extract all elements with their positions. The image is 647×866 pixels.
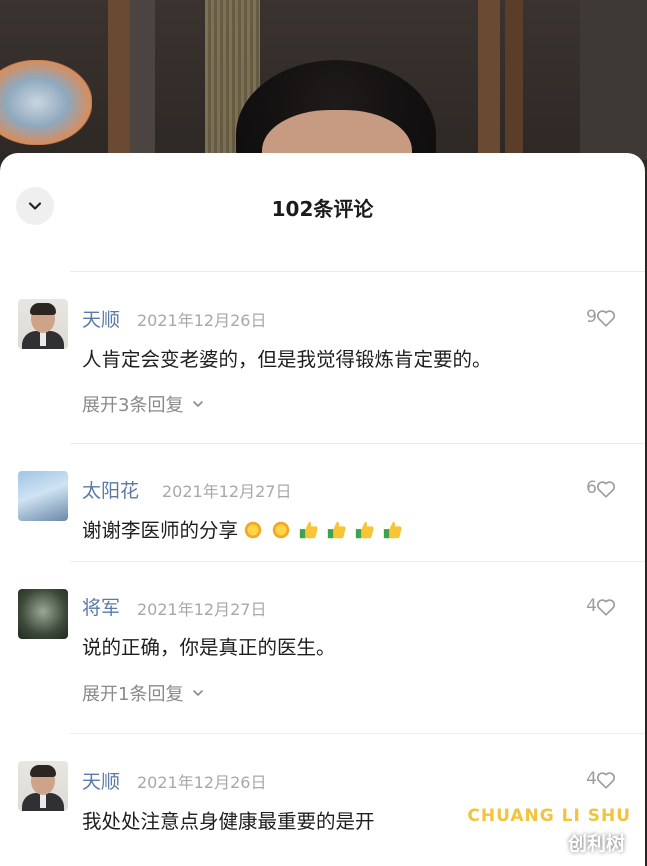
commenter-name[interactable]: 天顺 [82,767,120,794]
divider [70,561,645,562]
comment-text-row: 谢谢李医师的分享 [82,514,410,543]
comments-sheet: 102条评论 天顺 2021年12月26日 9 人肯定会变老婆的，但是我觉得锻炼… [0,153,645,866]
comment-count-title: 102条评论 [271,197,374,221]
thumbs-up-emoji-icon [355,521,374,539]
comment-text: 我处处注意点身健康最重要的是开 [82,810,375,833]
comment-text: 谢谢李医师的分享 [82,519,239,542]
commenter-name[interactable]: 太阳花 [82,476,139,503]
expand-replies-label: 展开1条回复 [82,684,184,705]
background-figurine [0,60,92,145]
chevron-down-icon [193,401,204,408]
background-wall [580,0,647,160]
heart-icon[interactable] [595,307,617,329]
divider [70,271,645,272]
watermark-text: 创利树 [567,833,625,855]
video-background [0,0,647,175]
chevron-down-icon [193,690,204,697]
background-shelf [108,0,130,160]
thumbs-up-emoji-icon [299,521,318,539]
divider [70,443,645,444]
thumbs-up-emoji-icon [383,521,402,539]
comment-text: 人肯定会变老婆的，但是我觉得锻炼肯定要的。 [82,348,492,371]
avatar[interactable] [18,471,68,521]
heart-icon[interactable] [595,478,617,500]
comment-text: 说的正确，你是真正的医生。 [82,636,336,659]
commenter-name[interactable]: 天顺 [82,305,120,332]
watermark-brand: CHUANG LI SHU [467,806,631,826]
thumbs-up-emoji-icon [327,521,346,539]
comment-date: 2021年12月27日 [137,600,267,619]
avatar[interactable] [18,761,68,811]
sun-emoji-icon [244,521,262,539]
commenter-name[interactable]: 将军 [82,593,120,620]
comments-header: 102条评论 [0,153,645,263]
avatar[interactable] [18,299,68,349]
avatar[interactable] [18,589,68,639]
divider [70,733,645,734]
comment-date: 2021年12月27日 [162,482,292,501]
expand-replies-label: 展开3条回复 [82,395,184,416]
comment-date: 2021年12月26日 [137,311,267,330]
expand-replies-button[interactable]: 展开3条回复 [82,391,205,417]
background-glass [130,0,155,160]
background-frame-2 [505,0,523,160]
heart-icon[interactable] [595,769,617,791]
comment-date: 2021年12月26日 [137,773,267,792]
sun-emoji-icon [272,521,290,539]
background-frame [478,0,500,160]
heart-icon[interactable] [595,596,617,618]
expand-replies-button[interactable]: 展开1条回复 [82,680,205,706]
